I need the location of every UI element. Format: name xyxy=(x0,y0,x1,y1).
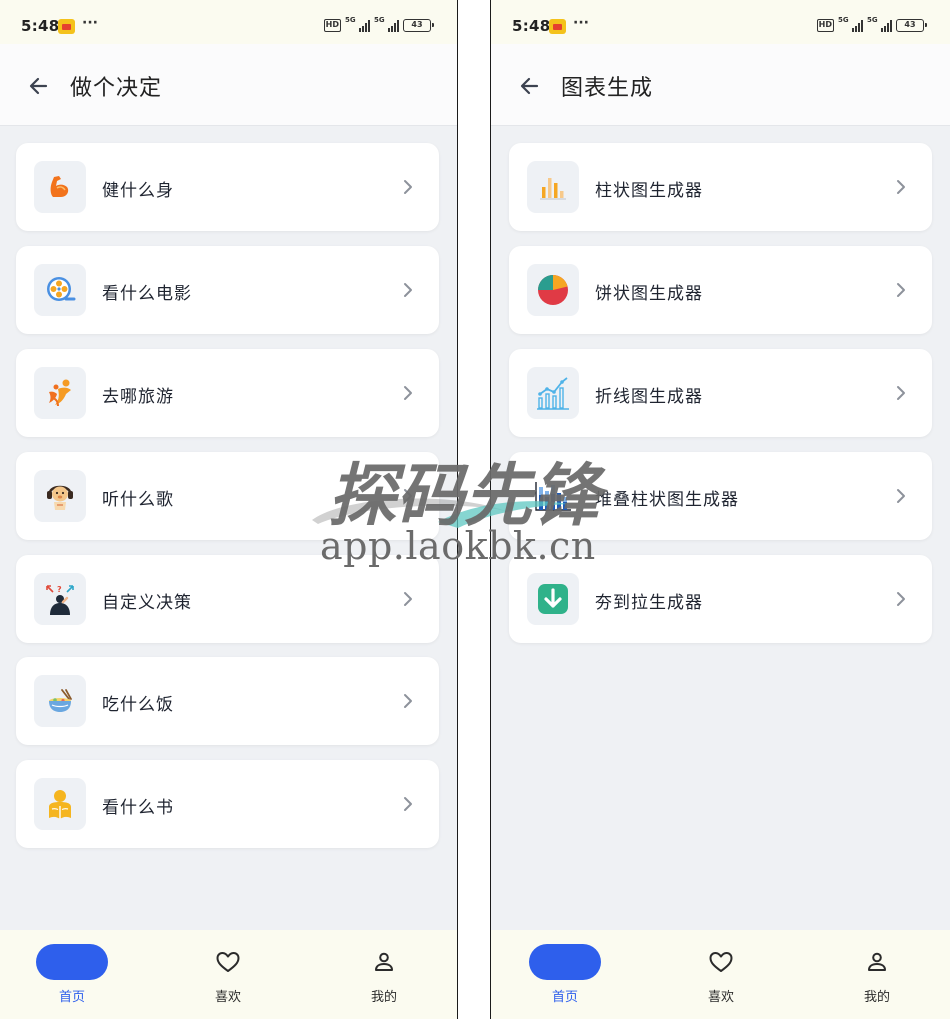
home-icon xyxy=(36,944,108,980)
signal-icon: 5G xyxy=(374,16,399,32)
list-item-label: 听什么歌 xyxy=(102,490,174,510)
list-item-tier-list[interactable]: 夯到拉生成器 xyxy=(509,555,932,643)
list-item-label: 健什么身 xyxy=(102,181,174,201)
signal-icon: 5G xyxy=(867,16,892,32)
chevron-right-icon xyxy=(897,180,905,194)
bottom-nav: 首页 喜欢 我的 xyxy=(0,930,457,1019)
app-bar: 图表生成 xyxy=(491,44,950,126)
status-more-dots: ··· xyxy=(573,15,589,31)
heart-icon xyxy=(685,944,757,980)
list-item-custom-decision[interactable]: ? 自定义决策 xyxy=(16,555,439,643)
chevron-right-icon xyxy=(404,694,412,708)
chevron-right-icon xyxy=(404,386,412,400)
list-item-label: 夯到拉生成器 xyxy=(595,593,703,613)
list-item-music[interactable]: 听什么歌 xyxy=(16,452,439,540)
list-item-label: 堆叠柱状图生成器 xyxy=(595,490,739,510)
download-arrow-icon xyxy=(527,573,579,625)
chevron-right-icon xyxy=(897,592,905,606)
list-item-label: 柱状图生成器 xyxy=(595,181,703,201)
list-item-stacked-bar-chart[interactable]: 堆叠柱状图生成器 xyxy=(509,452,932,540)
list-item-pie-chart[interactable]: 饼状图生成器 xyxy=(509,246,932,334)
film-reel-icon xyxy=(34,264,86,316)
heart-icon xyxy=(192,944,264,980)
nav-profile[interactable]: 我的 xyxy=(822,930,932,1019)
person-reading-icon xyxy=(34,778,86,830)
notification-app-icon xyxy=(58,19,75,34)
chevron-right-icon xyxy=(404,797,412,811)
back-arrow-icon[interactable] xyxy=(24,71,54,101)
screen-divider xyxy=(458,0,490,1019)
list-item-label: 看什么电影 xyxy=(102,284,192,304)
nav-label: 喜欢 xyxy=(214,990,241,1005)
list-item-line-chart[interactable]: 折线图生成器 xyxy=(509,349,932,437)
nav-home[interactable]: 首页 xyxy=(17,930,127,1019)
notification-app-icon xyxy=(549,19,566,34)
nav-label: 首页 xyxy=(551,990,578,1005)
status-time: 5:48 xyxy=(512,17,551,35)
right-screen: 5:48 ··· HD 5G 5G 43 图表生成 柱状图生成器 饼状图生成器 xyxy=(490,0,950,1019)
user-icon xyxy=(841,944,913,980)
stacked-bar-chart-icon xyxy=(527,470,579,522)
hd-icon: HD xyxy=(323,19,341,32)
hd-icon: HD xyxy=(816,19,834,32)
battery-icon: 43 xyxy=(896,19,927,32)
list-item-book[interactable]: 看什么书 xyxy=(16,760,439,848)
left-screen: 5:48 ··· HD 5G 5G 43 做个决定 健什么身 看什么电影 去哪旅… xyxy=(0,0,458,1019)
status-bar: 5:48 ··· HD 5G 5G 43 xyxy=(0,0,457,44)
noodle-bowl-icon xyxy=(34,675,86,727)
dog-headphones-icon xyxy=(34,470,86,522)
signal-icon: 5G xyxy=(345,16,370,32)
chevron-right-icon xyxy=(897,283,905,297)
chevron-right-icon xyxy=(404,489,412,503)
flexed-bicep-icon xyxy=(34,161,86,213)
app-bar: 做个决定 xyxy=(0,44,457,126)
line-chart-icon xyxy=(527,367,579,419)
travel-people-icon xyxy=(34,367,86,419)
nav-label: 喜欢 xyxy=(707,990,734,1005)
svg-text:?: ? xyxy=(57,585,62,594)
signal-icon: 5G xyxy=(838,16,863,32)
status-indicators: HD 5G 5G 43 xyxy=(323,16,434,32)
chevron-right-icon xyxy=(404,180,412,194)
home-icon xyxy=(529,944,601,980)
user-icon xyxy=(348,944,420,980)
list-item-travel[interactable]: 去哪旅游 xyxy=(16,349,439,437)
list-item-fitness[interactable]: 健什么身 xyxy=(16,143,439,231)
list-item-label: 自定义决策 xyxy=(102,593,192,613)
status-time: 5:48 xyxy=(21,17,60,35)
pie-chart-icon xyxy=(527,264,579,316)
status-bar: 5:48 ··· HD 5G 5G 43 xyxy=(491,0,950,44)
chevron-right-icon xyxy=(897,489,905,503)
page-title: 图表生成 xyxy=(561,76,654,101)
list-item-label: 吃什么饭 xyxy=(102,695,174,715)
thinking-person-icon: ? xyxy=(34,573,86,625)
chevron-right-icon xyxy=(897,386,905,400)
nav-label: 我的 xyxy=(863,990,890,1005)
nav-favorites[interactable]: 喜欢 xyxy=(173,930,283,1019)
status-indicators: HD 5G 5G 43 xyxy=(816,16,927,32)
list-item-bar-chart[interactable]: 柱状图生成器 xyxy=(509,143,932,231)
chevron-right-icon xyxy=(404,283,412,297)
nav-home[interactable]: 首页 xyxy=(510,930,620,1019)
back-arrow-icon[interactable] xyxy=(515,71,545,101)
page-title: 做个决定 xyxy=(70,76,163,101)
list-item-label: 饼状图生成器 xyxy=(595,284,703,304)
battery-icon: 43 xyxy=(403,19,434,32)
nav-label: 首页 xyxy=(58,990,85,1005)
chevron-right-icon xyxy=(404,592,412,606)
nav-label: 我的 xyxy=(370,990,397,1005)
bottom-nav: 首页 喜欢 我的 xyxy=(491,930,950,1019)
list-item-label: 去哪旅游 xyxy=(102,387,174,407)
list-item-meal[interactable]: 吃什么饭 xyxy=(16,657,439,745)
list-item-label: 折线图生成器 xyxy=(595,387,703,407)
bar-chart-icon xyxy=(527,161,579,213)
nav-profile[interactable]: 我的 xyxy=(329,930,439,1019)
nav-favorites[interactable]: 喜欢 xyxy=(666,930,776,1019)
status-more-dots: ··· xyxy=(82,15,98,31)
list-item-movie[interactable]: 看什么电影 xyxy=(16,246,439,334)
list-item-label: 看什么书 xyxy=(102,798,174,818)
